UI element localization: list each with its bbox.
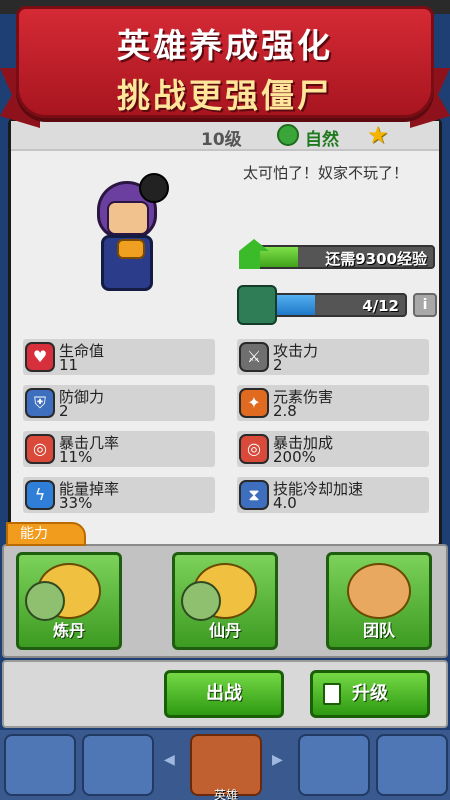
nav-slot-potions[interactable] xyxy=(298,734,370,796)
hero-shard-icon xyxy=(237,285,277,325)
shard-progress-fill xyxy=(271,295,316,315)
stat-item: ◎ 暴击加成 200% xyxy=(237,431,429,467)
upgrade-button[interactable]: 升级 xyxy=(310,670,430,718)
stat-item: ϟ 能量掉率 33% xyxy=(23,477,215,513)
stat-value: 2.8 xyxy=(273,402,297,420)
stat-value: 11% xyxy=(59,448,93,466)
ability-alchemy-button[interactable]: 炼丹 xyxy=(16,552,122,650)
sword-icon: ⚔ xyxy=(239,342,269,372)
hourglass-icon: ⧗ xyxy=(239,480,269,510)
nav-slot-map[interactable] xyxy=(82,734,154,796)
stat-value: 2 xyxy=(273,356,283,374)
hero-header: 10级 自然 ★ xyxy=(11,121,439,151)
ability-team-button[interactable]: 团队 xyxy=(326,552,432,650)
stat-item: ✦ 元素伤害 2.8 xyxy=(237,385,429,421)
nav-active-label: 英雄 xyxy=(213,788,238,800)
ability-tab[interactable]: 能力 xyxy=(6,522,86,546)
nav-slot-zombies[interactable] xyxy=(4,734,76,796)
stat-value: 11 xyxy=(59,356,79,374)
nav-right-arrow-icon[interactable]: ▶ xyxy=(272,752,283,768)
elements-icon: ✦ xyxy=(239,388,269,418)
stat-item: ⚔ 攻击力 2 xyxy=(237,339,429,375)
ability-label: 团队 xyxy=(362,621,395,640)
crit-target-icon: ◎ xyxy=(25,434,55,464)
shard-progress-bar: 4/12 xyxy=(269,293,407,317)
stat-item: ♥ 生命值 11 xyxy=(23,339,215,375)
exp-text: 还需9300经验 xyxy=(325,250,427,268)
exp-progress-bar: 还需9300经验 xyxy=(251,245,435,269)
hero-portrait xyxy=(81,173,181,303)
hero-detail-panel: 10级 自然 ★ 太可怕了！奴家不玩了！ 还需9300经验 4/12 i ♥ 生命… xyxy=(8,118,442,548)
hero-level: 10级 xyxy=(201,130,242,150)
shard-info-button[interactable]: i xyxy=(413,293,437,317)
book-icon xyxy=(323,683,341,705)
promo-banner: 英雄养成强化 挑战更强僵尸 xyxy=(16,6,434,118)
stat-value: 200% xyxy=(273,448,316,466)
banner-title: 英雄养成强化 xyxy=(117,26,333,65)
zombie-head-icon xyxy=(181,581,221,621)
deploy-button[interactable]: 出战 xyxy=(164,670,284,718)
heart-icon: ♥ xyxy=(25,342,55,372)
stat-item: ⛨ 防御力 2 xyxy=(23,385,215,421)
zombie-head-icon xyxy=(25,581,65,621)
ability-label: 炼丹 xyxy=(52,621,85,640)
stat-value: 4.0 xyxy=(273,494,297,512)
shard-count: 4/12 xyxy=(362,297,399,315)
nav-slot-settings[interactable] xyxy=(376,734,448,796)
leaf-icon xyxy=(277,124,299,146)
ability-elixir-button[interactable]: 仙丹 xyxy=(172,552,278,650)
hero-quote: 太可怕了！奴家不玩了！ xyxy=(243,164,409,182)
stat-item: ⧗ 技能冷却加速 4.0 xyxy=(237,477,429,513)
shield-icon: ⛨ xyxy=(25,388,55,418)
nav-left-arrow-icon[interactable]: ◀ xyxy=(164,752,175,768)
hero-element: 自然 xyxy=(305,130,339,150)
stat-value: 2 xyxy=(59,402,69,420)
star-icon: ★ xyxy=(367,121,389,149)
crit-bonus-icon: ◎ xyxy=(239,434,269,464)
lightning-icon: ϟ xyxy=(25,480,55,510)
banner-subtitle: 挑战更强僵尸 xyxy=(117,76,333,115)
team-fists-icon xyxy=(347,563,411,619)
ability-label: 仙丹 xyxy=(208,621,241,640)
upgrade-label: 升级 xyxy=(352,683,388,704)
stat-item: ◎ 暴击几率 11% xyxy=(23,431,215,467)
stat-value: 33% xyxy=(59,494,93,512)
